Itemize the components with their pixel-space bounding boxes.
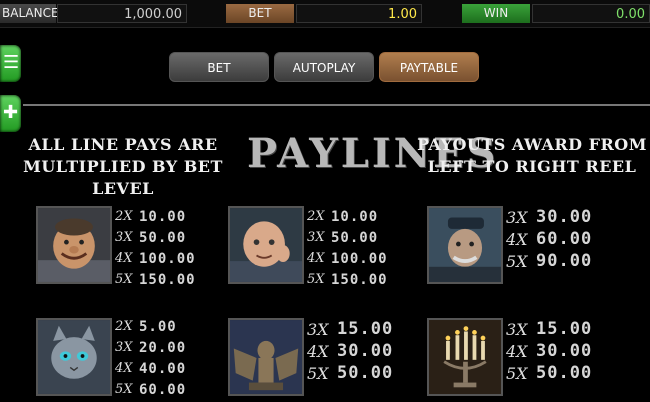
- tab-autoplay[interactable]: AUTOPLAY: [274, 52, 374, 82]
- pay-row: 5X 150.00: [115, 269, 196, 290]
- payout-amount: 50.00: [139, 229, 187, 246]
- multiplier: 4X: [307, 251, 325, 266]
- pay-row: 5X 60.00: [115, 379, 186, 400]
- payout-amount: 50.00: [331, 229, 379, 246]
- payout-amount: 40.00: [139, 360, 187, 377]
- payout-amount: 60.00: [139, 381, 187, 398]
- multiplier: 5X: [307, 363, 329, 383]
- multiplier: 4X: [115, 251, 133, 266]
- smiling-man-pays: 2X 10.00 3X 50.00 4X 100.00 5X 150.00: [115, 206, 196, 290]
- pay-row: 4X 30.00: [307, 340, 393, 362]
- payout-amount: 50.00: [337, 363, 394, 383]
- multiplier: 5X: [307, 272, 325, 287]
- payout-amount: 30.00: [536, 341, 593, 361]
- win-value: 0.00: [532, 4, 650, 23]
- pay-row: 5X 50.00: [506, 362, 592, 384]
- pay-row: 4X 100.00: [307, 248, 388, 269]
- payout-amount: 90.00: [536, 251, 593, 271]
- payout-amount: 150.00: [331, 271, 388, 288]
- pay-row: 3X 15.00: [307, 318, 393, 340]
- captain-symbol: [427, 206, 503, 284]
- plus-icon: ✚: [3, 102, 19, 123]
- cat-symbol: [36, 318, 112, 396]
- bet-level-caption: ALL LINE PAYS ARE MULTIPLIED BY BET LEVE…: [3, 134, 243, 200]
- hamburger-menu-icon: ☰: [3, 52, 20, 73]
- multiplier: 3X: [506, 319, 528, 339]
- gargoyle-pays: 3X 15.00 4X 30.00 5X 50.00: [307, 318, 393, 384]
- payout-amount: 50.00: [536, 363, 593, 383]
- pay-row: 5X 50.00: [307, 362, 393, 384]
- bet-label: BET: [226, 4, 294, 23]
- tab-paytable[interactable]: PAYTABLE: [379, 52, 479, 82]
- gargoyle-symbol: [228, 318, 304, 396]
- caption-line: LEFT TO RIGHT REEL: [427, 157, 637, 176]
- multiplier: 2X: [115, 209, 133, 224]
- pay-row: 5X 90.00: [506, 250, 592, 272]
- multiplier: 4X: [307, 341, 329, 361]
- payout-amount: 10.00: [331, 208, 379, 225]
- menu-button[interactable]: ☰: [0, 45, 21, 82]
- cat-pays: 2X 5.00 3X 20.00 4X 40.00 5X 60.00: [115, 316, 186, 400]
- caption-line: PAYOUTS AWARD FROM: [417, 135, 647, 154]
- caption-line: MULTIPLIED BY BET LEVEL: [23, 157, 223, 198]
- multiplier: 3X: [307, 230, 325, 245]
- caption-line: ALL LINE PAYS ARE: [28, 135, 218, 154]
- pay-row: 3X 20.00: [115, 337, 186, 358]
- payout-amount: 10.00: [139, 208, 187, 225]
- pay-row: 3X 30.00: [506, 206, 592, 228]
- multiplier: 4X: [115, 361, 133, 376]
- old-man-symbol: [228, 206, 304, 284]
- payout-direction-caption: PAYOUTS AWARD FROM LEFT TO RIGHT REEL: [408, 134, 650, 178]
- multiplier: 5X: [115, 382, 133, 397]
- multiplier: 2X: [115, 319, 133, 334]
- pay-row: 4X 30.00: [506, 340, 592, 362]
- smiling-man-symbol: [36, 206, 112, 284]
- multiplier: 5X: [115, 272, 133, 287]
- paylines-title: PAYLINES: [247, 130, 499, 177]
- multiplier: 4X: [506, 341, 528, 361]
- win-label: WIN: [462, 4, 530, 23]
- pay-row: 4X 100.00: [115, 248, 196, 269]
- multiplier: 2X: [307, 209, 325, 224]
- add-button[interactable]: ✚: [0, 95, 21, 132]
- multiplier: 5X: [506, 251, 528, 271]
- pay-row: 4X 60.00: [506, 228, 592, 250]
- multiplier: 4X: [506, 229, 528, 249]
- payout-amount: 20.00: [139, 339, 187, 356]
- multiplier: 3X: [115, 230, 133, 245]
- pay-row: 3X 15.00: [506, 318, 592, 340]
- payout-amount: 30.00: [536, 207, 593, 227]
- multiplier: 5X: [506, 363, 528, 383]
- status-bar: BALANCE 1,000.00 BET 1.00 WIN 0.00: [0, 0, 650, 28]
- payout-amount: 100.00: [331, 250, 388, 267]
- multiplier: 3X: [506, 207, 528, 227]
- old-man-pays: 2X 10.00 3X 50.00 4X 100.00 5X 150.00: [307, 206, 388, 290]
- balance-value: 1,000.00: [57, 4, 187, 23]
- payout-amount: 60.00: [536, 229, 593, 249]
- pay-row: 2X 10.00: [307, 206, 388, 227]
- payout-amount: 30.00: [337, 341, 394, 361]
- pay-row: 2X 10.00: [115, 206, 196, 227]
- payout-amount: 15.00: [337, 319, 394, 339]
- payout-amount: 100.00: [139, 250, 196, 267]
- multiplier: 3X: [307, 319, 329, 339]
- candelabra-symbol: [427, 318, 503, 396]
- pay-row: 4X 40.00: [115, 358, 186, 379]
- tab-bet[interactable]: BET: [169, 52, 269, 82]
- paytable-panel: ALL LINE PAYS ARE MULTIPLIED BY BET LEVE…: [23, 104, 650, 402]
- payout-amount: 5.00: [139, 318, 177, 335]
- pay-row: 3X 50.00: [115, 227, 196, 248]
- balance-label: BALANCE: [0, 4, 59, 23]
- payout-amount: 15.00: [536, 319, 593, 339]
- multiplier: 3X: [115, 340, 133, 355]
- candelabra-pays: 3X 15.00 4X 30.00 5X 50.00: [506, 318, 592, 384]
- captain-pays: 3X 30.00 4X 60.00 5X 90.00: [506, 206, 592, 272]
- payout-amount: 150.00: [139, 271, 196, 288]
- bet-value: 1.00: [296, 4, 422, 23]
- pay-row: 2X 5.00: [115, 316, 186, 337]
- pay-row: 5X 150.00: [307, 269, 388, 290]
- pay-row: 3X 50.00: [307, 227, 388, 248]
